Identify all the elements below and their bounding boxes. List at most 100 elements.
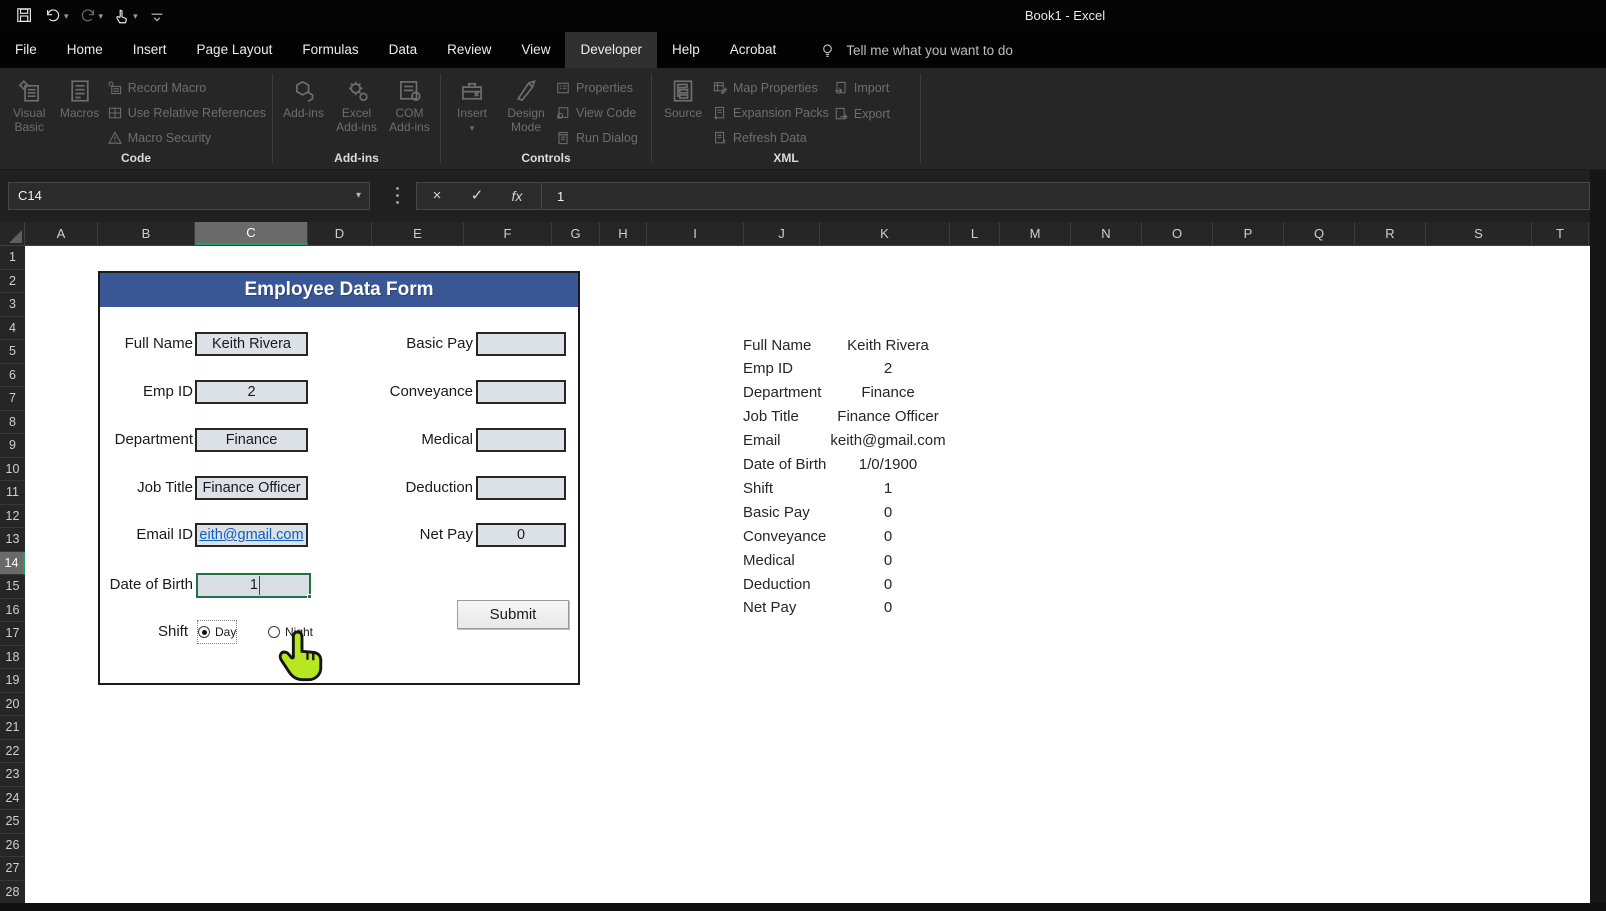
column-header-N[interactable]: N bbox=[1071, 222, 1142, 245]
submit-button[interactable]: Submit bbox=[457, 600, 569, 629]
column-header-K[interactable]: K bbox=[820, 222, 950, 245]
tab-insert[interactable]: Insert bbox=[118, 32, 182, 68]
form-input-deduction[interactable] bbox=[476, 476, 566, 500]
sheet-cell-value[interactable]: 0 bbox=[823, 573, 953, 597]
tab-file[interactable]: File bbox=[0, 32, 52, 68]
tab-review[interactable]: Review bbox=[432, 32, 506, 68]
enter-icon[interactable]: ✓ bbox=[457, 183, 497, 209]
select-all-corner[interactable] bbox=[0, 222, 25, 246]
row-header-21[interactable]: 21 bbox=[0, 716, 25, 740]
tab-data[interactable]: Data bbox=[374, 32, 433, 68]
row-header-26[interactable]: 26 bbox=[0, 834, 25, 858]
column-header-L[interactable]: L bbox=[950, 222, 1000, 245]
column-header-O[interactable]: O bbox=[1142, 222, 1213, 245]
sheet-cell-value[interactable]: Finance bbox=[823, 381, 953, 405]
row-header-18[interactable]: 18 bbox=[0, 646, 25, 670]
row-header-5[interactable]: 5 bbox=[0, 340, 25, 364]
sheet-cell-value[interactable]: Finance Officer bbox=[823, 405, 953, 429]
form-input-full-name[interactable]: Keith Rivera bbox=[195, 332, 308, 356]
row-header-14[interactable]: 14 bbox=[0, 552, 25, 576]
row-header-17[interactable]: 17 bbox=[0, 622, 25, 646]
row-header-3[interactable]: 3 bbox=[0, 293, 25, 317]
column-header-P[interactable]: P bbox=[1213, 222, 1284, 245]
row-header-20[interactable]: 20 bbox=[0, 693, 25, 717]
row-header-12[interactable]: 12 bbox=[0, 505, 25, 529]
tab-page-layout[interactable]: Page Layout bbox=[182, 32, 288, 68]
sheet-cell-value[interactable]: 0 bbox=[823, 501, 953, 525]
fill-handle[interactable] bbox=[307, 594, 312, 599]
form-input-department[interactable]: Finance bbox=[195, 428, 308, 452]
row-header-23[interactable]: 23 bbox=[0, 763, 25, 787]
redo-dropdown-icon[interactable]: ▾ bbox=[99, 12, 104, 21]
radio-day-icon[interactable] bbox=[198, 626, 210, 638]
sheet-cell-value[interactable]: Keith Rivera bbox=[823, 334, 953, 358]
tab-view[interactable]: View bbox=[506, 32, 565, 68]
sheet-cell-value[interactable]: 0 bbox=[823, 596, 953, 620]
qat-customize-quick-access-button[interactable] bbox=[146, 5, 168, 27]
row-header-22[interactable]: 22 bbox=[0, 740, 25, 764]
row-header-25[interactable]: 25 bbox=[0, 810, 25, 834]
formula-input[interactable]: 1 bbox=[542, 189, 564, 204]
column-header-J[interactable]: J bbox=[744, 222, 820, 245]
tell-me-box[interactable]: Tell me what you want to do bbox=[819, 32, 1013, 68]
column-header-M[interactable]: M bbox=[1000, 222, 1071, 245]
form-input-basic-pay[interactable] bbox=[476, 332, 566, 356]
row-header-13[interactable]: 13 bbox=[0, 528, 25, 552]
row-header-4[interactable]: 4 bbox=[0, 317, 25, 341]
name-box[interactable]: C14 ▾ bbox=[8, 182, 370, 210]
radio-option-day[interactable]: Day bbox=[198, 621, 236, 643]
tab-developer[interactable]: Developer bbox=[565, 32, 657, 68]
sheet-cell-value[interactable]: 0 bbox=[823, 525, 953, 549]
tab-help[interactable]: Help bbox=[657, 32, 715, 68]
tab-acrobat[interactable]: Acrobat bbox=[715, 32, 792, 68]
row-header-1[interactable]: 1 bbox=[0, 246, 25, 270]
row-header-2[interactable]: 2 bbox=[0, 270, 25, 294]
sheet-cell-value[interactable]: 1/0/1900 bbox=[823, 453, 953, 477]
column-header-Q[interactable]: Q bbox=[1284, 222, 1355, 245]
column-header-H[interactable]: H bbox=[600, 222, 647, 245]
undo-dropdown-icon[interactable]: ▾ bbox=[64, 12, 69, 21]
row-header-27[interactable]: 27 bbox=[0, 857, 25, 881]
column-header-S[interactable]: S bbox=[1426, 222, 1532, 245]
row-header-15[interactable]: 15 bbox=[0, 575, 25, 599]
insert-function-icon[interactable]: fx bbox=[497, 183, 537, 209]
touch-mode-dropdown-icon[interactable]: ▾ bbox=[133, 12, 138, 21]
row-header-16[interactable]: 16 bbox=[0, 599, 25, 623]
tab-home[interactable]: Home bbox=[52, 32, 118, 68]
name-box-dropdown-icon[interactable]: ▾ bbox=[356, 183, 361, 209]
date-of-birth-field[interactable]: 1 bbox=[196, 573, 311, 598]
qat-undo-button[interactable]: ▾ bbox=[42, 5, 71, 27]
row-header-10[interactable]: 10 bbox=[0, 458, 25, 482]
form-input-email-id[interactable]: eith@gmail.com bbox=[195, 523, 308, 547]
qat-save-button[interactable] bbox=[14, 5, 36, 27]
column-header-E[interactable]: E bbox=[372, 222, 464, 245]
form-input-medical[interactable] bbox=[476, 428, 566, 452]
form-input-job-title[interactable]: Finance Officer bbox=[195, 476, 308, 500]
sheet-cell-value[interactable]: 1 bbox=[823, 477, 953, 501]
row-header-9[interactable]: 9 bbox=[0, 434, 25, 458]
sheet-cell-value[interactable]: 2 bbox=[823, 357, 953, 381]
row-header-19[interactable]: 19 bbox=[0, 669, 25, 693]
column-header-I[interactable]: I bbox=[647, 222, 744, 245]
row-header-7[interactable]: 7 bbox=[0, 387, 25, 411]
row-header-8[interactable]: 8 bbox=[0, 411, 25, 435]
column-header-C[interactable]: C bbox=[195, 222, 308, 245]
sheet-cell-value[interactable]: keith@gmail.com bbox=[823, 429, 953, 453]
sheet-cell-value[interactable]: 0 bbox=[823, 549, 953, 573]
column-header-R[interactable]: R bbox=[1355, 222, 1426, 245]
column-header-B[interactable]: B bbox=[98, 222, 195, 245]
formula-bar-grip[interactable] bbox=[396, 187, 399, 205]
column-header-D[interactable]: D bbox=[308, 222, 372, 245]
column-header-F[interactable]: F bbox=[464, 222, 552, 245]
row-header-11[interactable]: 11 bbox=[0, 481, 25, 505]
form-input-conveyance[interactable] bbox=[476, 380, 566, 404]
column-header-A[interactable]: A bbox=[25, 222, 98, 245]
row-header-24[interactable]: 24 bbox=[0, 787, 25, 811]
form-input-net-pay[interactable]: 0 bbox=[476, 523, 566, 547]
row-header-28[interactable]: 28 bbox=[0, 881, 25, 905]
column-header-G[interactable]: G bbox=[552, 222, 600, 245]
qat-redo-button[interactable]: ▾ bbox=[77, 5, 106, 27]
row-header-6[interactable]: 6 bbox=[0, 364, 25, 388]
cancel-icon[interactable]: × bbox=[417, 183, 457, 209]
column-header-T[interactable]: T bbox=[1532, 222, 1589, 245]
